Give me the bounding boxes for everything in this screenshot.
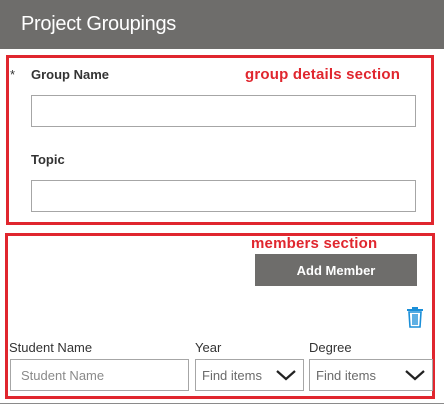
group-name-label: Group Name — [31, 67, 110, 82]
required-marker: * — [10, 67, 16, 82]
degree-dropdown[interactable]: Find items — [309, 359, 433, 391]
members-annotation: members section — [251, 235, 378, 252]
year-column-label: Year — [195, 340, 222, 355]
trash-icon[interactable] — [405, 306, 425, 328]
degree-dropdown-placeholder: Find items — [316, 367, 376, 383]
chevron-down-icon — [405, 370, 425, 381]
topic-input[interactable] — [31, 180, 416, 212]
group-name-input[interactable] — [31, 95, 416, 127]
add-member-button[interactable]: Add Member — [255, 254, 417, 286]
page-title: Project Groupings — [21, 13, 176, 35]
app-header: Project Groupings — [0, 0, 444, 49]
year-dropdown-placeholder: Find items — [202, 367, 262, 383]
student-name-column-label: Student Name — [9, 340, 93, 355]
topic-label: Topic — [31, 152, 65, 167]
student-name-input[interactable] — [10, 359, 189, 391]
degree-column-label: Degree — [309, 340, 352, 355]
year-dropdown[interactable]: Find items — [195, 359, 304, 391]
row-divider — [0, 403, 444, 404]
chevron-down-icon — [276, 370, 296, 381]
group-details-annotation: group details section — [245, 66, 401, 83]
